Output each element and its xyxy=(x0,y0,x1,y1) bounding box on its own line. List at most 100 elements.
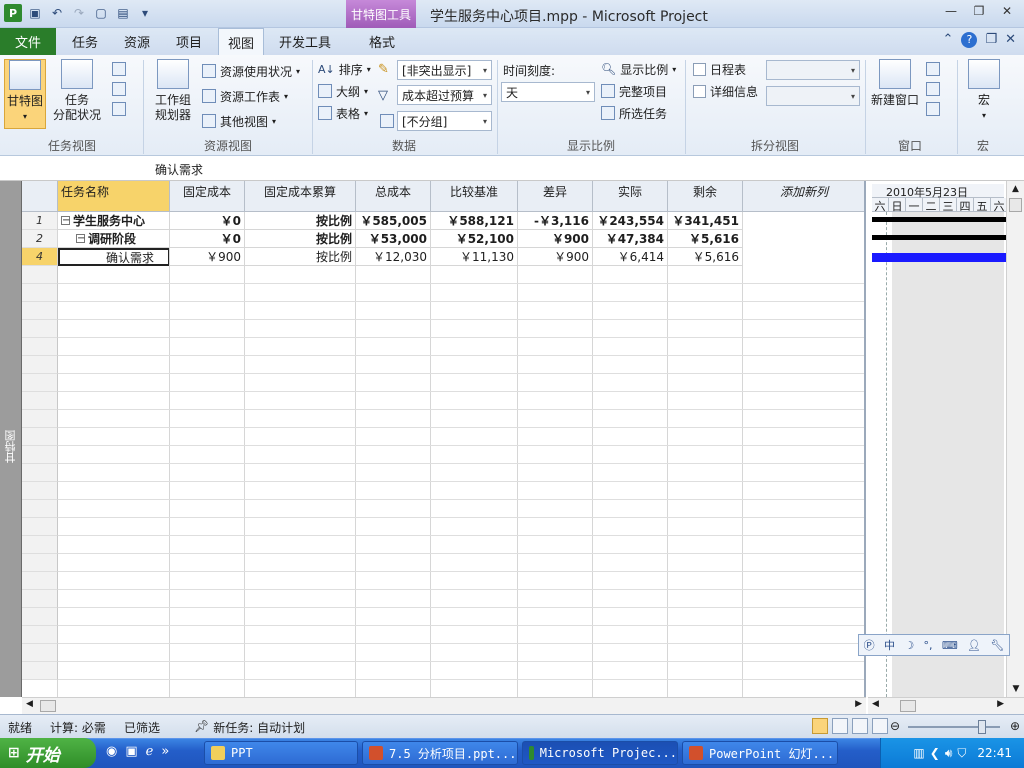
table-cell[interactable]: ￥900 xyxy=(518,230,593,248)
table-cell[interactable]: ￥341,451 xyxy=(668,212,743,230)
summary-bar[interactable] xyxy=(872,217,1006,222)
column-header-total-cost[interactable]: 总成本 xyxy=(356,181,431,212)
row-id[interactable]: 4 xyxy=(22,248,58,266)
column-header-baseline[interactable]: 比较基准 xyxy=(431,181,518,212)
highlight-combo[interactable]: [非突出显示] ▾ xyxy=(397,60,492,80)
tray-volume-icon[interactable]: 🔊︎ xyxy=(945,746,953,761)
row-header-empty[interactable] xyxy=(22,482,58,500)
switch-windows-icon[interactable] xyxy=(926,62,940,76)
row-header-empty[interactable] xyxy=(22,428,58,446)
gantt-vertical-scrollbar[interactable]: ▲ ▼ xyxy=(1006,181,1024,697)
details-checkbox[interactable]: 详细信息 xyxy=(693,81,758,101)
ime-lang[interactable]: 中 xyxy=(884,637,895,653)
new-icon[interactable]: ▢ xyxy=(92,4,110,22)
row-header-empty[interactable] xyxy=(22,608,58,626)
zoom-button[interactable]: 🔍︎ 显示比例 ▾ xyxy=(601,59,676,79)
selected-tasks-button[interactable]: 所选任务 xyxy=(601,103,667,123)
tray-shield-icon[interactable]: ⛉ xyxy=(957,746,966,761)
row-header-empty[interactable] xyxy=(22,392,58,410)
scroll-left-icon[interactable]: ◀ xyxy=(872,699,879,709)
row-header-empty[interactable] xyxy=(22,284,58,302)
table-cell[interactable]: ￥585,005 xyxy=(356,212,431,230)
status-new-tasks[interactable]: 📌︎ 新任务: 自动计划 xyxy=(194,719,305,736)
row-header-empty[interactable] xyxy=(22,266,58,284)
collapse-icon[interactable]: − xyxy=(76,234,85,244)
restore-icon[interactable]: ❐ xyxy=(970,4,988,20)
team-planner-shortcut-icon[interactable] xyxy=(852,718,868,734)
outline-button[interactable]: 大纲 ▾ xyxy=(318,81,368,101)
scroll-up-icon[interactable]: ▲ xyxy=(1007,184,1024,194)
ime-punct-icon[interactable]: °, xyxy=(924,639,933,652)
row-header-empty[interactable] xyxy=(22,464,58,482)
open-icon[interactable]: ▤ xyxy=(114,4,132,22)
timescale-combo[interactable]: 天 ▾ xyxy=(501,82,595,102)
row-header-empty[interactable] xyxy=(22,554,58,572)
zoom-in-icon[interactable]: ⊕ xyxy=(1010,719,1020,733)
help-icon[interactable]: ? xyxy=(961,32,978,48)
details-view-combo[interactable]: ▾ xyxy=(766,86,860,106)
row-header-empty[interactable] xyxy=(22,644,58,662)
row-header-empty[interactable] xyxy=(22,590,58,608)
row-header-empty[interactable] xyxy=(22,356,58,374)
undo-icon[interactable]: ↶ xyxy=(48,4,66,22)
row-header-empty[interactable] xyxy=(22,302,58,320)
ime-toolbar[interactable]: Ⓟ 中 ☽ °, ⌨ 👤︎ 🔧︎ xyxy=(858,634,1010,656)
row-id[interactable]: 1 xyxy=(22,212,58,230)
close-icon[interactable]: ✕ xyxy=(998,4,1016,20)
zoom-out-icon[interactable]: ⊖ xyxy=(890,719,900,733)
tray-network-icon[interactable]: ▥ xyxy=(913,746,924,760)
table-cell-name[interactable]: − 学生服务中心 xyxy=(58,212,170,230)
ime-keyboard-icon[interactable]: ⌨ xyxy=(942,639,958,652)
column-header-remaining[interactable]: 剩余 xyxy=(668,181,743,212)
table-cell[interactable]: ￥0 xyxy=(170,212,245,230)
new-window-button[interactable]: 新建窗口 xyxy=(870,59,920,108)
quick-launch-desktop-icon[interactable]: ▣ xyxy=(125,744,137,759)
task-usage-shortcut-icon[interactable] xyxy=(832,718,848,734)
table-cell[interactable]: ￥5,616 xyxy=(668,248,743,266)
other-views-button[interactable]: 其他视图 ▾ xyxy=(202,111,276,131)
taskbar-button-ppt[interactable]: 7.5 分析项目.ppt... xyxy=(362,741,518,765)
table-cell[interactable]: ￥900 xyxy=(518,248,593,266)
start-button[interactable]: ⊞ 开始 xyxy=(0,738,96,768)
row-id[interactable]: 2 xyxy=(22,230,58,248)
sort-button[interactable]: A↓ 排序 ▾ xyxy=(318,59,371,79)
ime-logo-icon[interactable]: Ⓟ xyxy=(864,637,875,653)
quick-launch-app-icon[interactable]: ◉ xyxy=(106,744,117,759)
team-planner-button[interactable]: 工作组 规划器 xyxy=(150,59,196,123)
column-header-fixed-cost-accrual[interactable]: 固定成本累算 xyxy=(245,181,356,212)
table-cell[interactable]: 按比例 xyxy=(245,230,356,248)
zoom-thumb[interactable] xyxy=(978,720,986,734)
scroll-thumb[interactable] xyxy=(1009,198,1022,212)
scroll-left-icon[interactable]: ◀ xyxy=(26,699,33,709)
table-cell[interactable]: ￥47,384 xyxy=(593,230,668,248)
resource-usage-button[interactable]: 资源使用状况 ▾ xyxy=(202,61,300,81)
table-horizontal-scrollbar[interactable]: ◀ ▶ xyxy=(22,697,866,714)
resource-sheet-shortcut-icon[interactable] xyxy=(872,718,888,734)
other-task-views-icon[interactable] xyxy=(112,102,126,116)
column-header-add-new[interactable]: 添加新列 xyxy=(743,181,864,212)
table-cell[interactable]: ￥900 xyxy=(170,248,245,266)
table-cell[interactable]: ￥243,554 xyxy=(593,212,668,230)
ime-user-icon[interactable]: 👤︎ xyxy=(967,639,981,652)
tab-resource[interactable]: 资源 xyxy=(114,28,160,55)
table-cell[interactable]: ￥588,121 xyxy=(431,212,518,230)
table-cell[interactable]: 按比例 xyxy=(245,212,356,230)
entire-project-button[interactable]: 完整项目 xyxy=(601,81,667,101)
table-cell[interactable]: -￥3,116 xyxy=(518,212,593,230)
ime-settings-icon[interactable]: 🔧︎ xyxy=(990,639,1004,652)
customize-qat-icon[interactable]: ▾ xyxy=(136,4,154,22)
column-header-variance[interactable]: 差异 xyxy=(518,181,593,212)
table-cell[interactable]: ￥11,130 xyxy=(431,248,518,266)
doc-restore-icon[interactable]: ❐ xyxy=(985,32,997,48)
timeline-checkbox[interactable]: 日程表 xyxy=(693,59,746,79)
table-cell[interactable]: ￥53,000 xyxy=(356,230,431,248)
taskbar-button-folder[interactable]: PPT xyxy=(204,741,358,765)
row-header-empty[interactable] xyxy=(22,410,58,428)
tab-view[interactable]: 视图 xyxy=(218,28,264,55)
table-cell[interactable]: ￥52,100 xyxy=(431,230,518,248)
scroll-down-icon[interactable]: ▼ xyxy=(1007,684,1024,694)
table-cell[interactable]: ￥12,030 xyxy=(356,248,431,266)
status-calculation[interactable]: 计算: 必需 xyxy=(50,719,106,736)
table-cell[interactable]: 按比例 xyxy=(245,248,356,266)
minimize-ribbon-icon[interactable]: ⌃ xyxy=(943,32,954,48)
